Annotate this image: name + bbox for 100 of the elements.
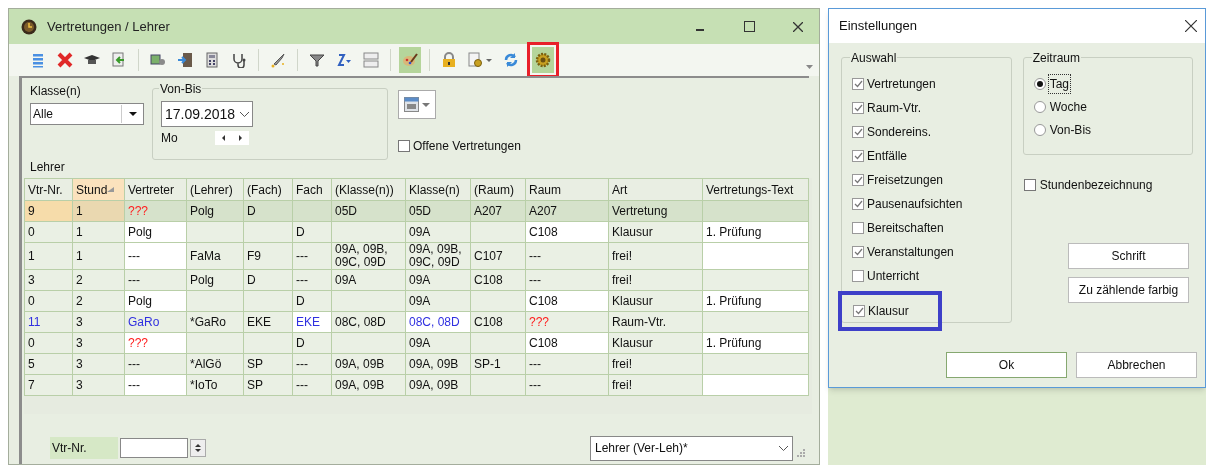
date-field[interactable]: 17.09.2018 bbox=[161, 101, 253, 127]
checkbox[interactable] bbox=[852, 150, 864, 162]
table-cell: 0 bbox=[24, 221, 73, 243]
clock-icon bbox=[21, 18, 37, 35]
overflow-caret-icon[interactable] bbox=[806, 65, 813, 69]
column-header[interactable]: Vertretungs-Text bbox=[702, 178, 809, 201]
column-header[interactable]: Vertreter bbox=[124, 178, 187, 201]
open-checkbox-label: Offene Vertretungen bbox=[413, 138, 521, 155]
radio-button[interactable] bbox=[1033, 77, 1046, 90]
settings-icon[interactable] bbox=[535, 52, 551, 68]
window-title: Vertretungen / Lehrer bbox=[47, 17, 170, 36]
filter-icon[interactable] bbox=[309, 52, 325, 68]
up-arrow-icon bbox=[195, 444, 201, 447]
column-title: Stund bbox=[76, 181, 108, 199]
sort-indicator-icon bbox=[107, 187, 115, 192]
page-gear-icon[interactable] bbox=[468, 52, 492, 68]
dialog-title: Einstellungen bbox=[839, 17, 918, 36]
table-cell: frei! bbox=[608, 242, 703, 270]
column-header[interactable]: (Lehrer) bbox=[186, 178, 244, 201]
chevron-down-icon bbox=[779, 445, 788, 451]
stethoscope-icon[interactable] bbox=[231, 52, 247, 68]
close-icon[interactable] bbox=[793, 21, 803, 32]
column-header[interactable]: (Klasse(n)) bbox=[331, 178, 406, 201]
checkbox-label: Vertretungen bbox=[867, 76, 936, 93]
dropdown-arrow-icon bbox=[128, 112, 137, 116]
radio-button[interactable] bbox=[1033, 123, 1046, 136]
palette-icon[interactable] bbox=[402, 52, 418, 68]
checkbox[interactable] bbox=[852, 102, 864, 114]
checkbox-label: Veranstaltungen bbox=[867, 244, 954, 261]
table-cell: 5 bbox=[24, 353, 73, 375]
resize-grip-icon[interactable] bbox=[797, 449, 805, 457]
list-icon[interactable] bbox=[30, 52, 46, 68]
sort-icon[interactable] bbox=[336, 52, 352, 68]
checkbox[interactable] bbox=[852, 270, 864, 282]
checkbox[interactable] bbox=[853, 305, 865, 317]
import-icon[interactable] bbox=[111, 52, 127, 68]
checkbox-label: Unterricht bbox=[867, 268, 919, 285]
checkbox[interactable] bbox=[852, 78, 864, 90]
view-select[interactable]: Lehrer (Ver-Leh)* bbox=[590, 435, 793, 461]
refresh-icon[interactable] bbox=[503, 52, 519, 68]
table-cell: 09A, 09B, 09C, 09D bbox=[331, 242, 406, 270]
table-cell: 1 bbox=[24, 242, 73, 270]
table-cell: 11 bbox=[24, 311, 73, 333]
radio-label: Woche bbox=[1048, 98, 1088, 116]
radio-label: Tag bbox=[1048, 74, 1071, 93]
padlock-icon[interactable] bbox=[441, 52, 457, 68]
hours-checkbox[interactable] bbox=[1023, 179, 1036, 191]
weekday-label: Mo bbox=[161, 130, 179, 147]
maximize-icon[interactable] bbox=[744, 21, 755, 32]
calculator-icon[interactable] bbox=[204, 52, 220, 68]
door-icon[interactable] bbox=[177, 52, 193, 68]
dialog-button[interactable]: Zu zählende farbig bbox=[1068, 277, 1189, 303]
number-label: Vtr-Nr. bbox=[50, 437, 118, 459]
ok-button[interactable]: Ok bbox=[946, 352, 1067, 378]
column-header[interactable]: Raum bbox=[525, 178, 609, 201]
table-cell: --- bbox=[525, 242, 609, 270]
column-header[interactable]: Fach bbox=[292, 178, 332, 201]
table-cell: 09A, 09B, 09C, 09D bbox=[405, 242, 471, 270]
table-cell: 9 bbox=[24, 200, 73, 222]
hours-checkbox-label: Stundenbezeichnung bbox=[1039, 177, 1153, 194]
calendar-button[interactable] bbox=[398, 90, 436, 119]
table-cell: 7 bbox=[24, 374, 73, 396]
calendar-icon bbox=[404, 97, 419, 112]
column-header[interactable]: Klasse(n) bbox=[405, 178, 471, 201]
day-stepper[interactable] bbox=[215, 131, 249, 145]
open-checkbox[interactable] bbox=[398, 140, 410, 152]
table-cell: 0 bbox=[24, 332, 73, 354]
down-arrow-icon bbox=[195, 449, 201, 452]
column-header[interactable]: (Fach) bbox=[243, 178, 293, 201]
dropdown-arrow-icon bbox=[422, 102, 430, 107]
column-header[interactable]: Vtr-Nr. bbox=[24, 178, 73, 201]
left-arrow-icon bbox=[222, 135, 225, 141]
checkbox-label: Sondereins. bbox=[867, 124, 932, 141]
radio-button[interactable] bbox=[1033, 100, 1046, 113]
checkbox[interactable] bbox=[852, 174, 864, 186]
column-header[interactable]: (Raum) bbox=[470, 178, 526, 201]
checkbox[interactable] bbox=[852, 222, 864, 234]
number-spinner[interactable] bbox=[190, 439, 206, 457]
checkbox-label: Klausur bbox=[868, 303, 909, 320]
radio-label: Von-Bis bbox=[1048, 121, 1093, 139]
table-cell: 0 bbox=[24, 290, 73, 312]
class-label: Klasse(n) bbox=[30, 83, 82, 100]
checkbox-label: Freisetzungen bbox=[867, 172, 944, 189]
number-field[interactable] bbox=[120, 438, 188, 458]
checkbox-label: Entfälle bbox=[867, 148, 908, 165]
class-select[interactable]: Alle bbox=[30, 103, 144, 125]
checkbox[interactable] bbox=[852, 198, 864, 210]
checkbox[interactable] bbox=[852, 246, 864, 258]
dialog-button[interactable]: Schrift bbox=[1068, 243, 1189, 269]
right-arrow-icon bbox=[239, 135, 242, 141]
delete-icon[interactable] bbox=[57, 52, 73, 68]
table-cell: 3 bbox=[24, 269, 73, 291]
list-label: Lehrer bbox=[30, 159, 66, 176]
checkbox-label: Pausenaufsichten bbox=[867, 196, 963, 213]
cancel-button[interactable]: Abbrechen bbox=[1076, 352, 1197, 378]
chevron-down-icon bbox=[240, 111, 249, 117]
checkbox[interactable] bbox=[852, 126, 864, 138]
checkbox-label: Raum-Vtr. bbox=[867, 100, 921, 117]
column-header[interactable]: Art bbox=[608, 178, 703, 201]
close-icon[interactable] bbox=[1185, 20, 1197, 32]
